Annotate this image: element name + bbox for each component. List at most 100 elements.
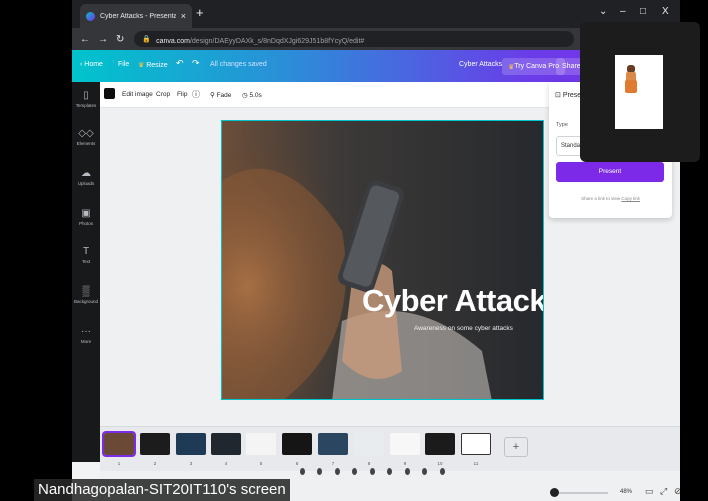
color-swatch[interactable]	[104, 88, 115, 99]
zoom-level[interactable]: 48%	[620, 489, 632, 495]
present-button[interactable]: Present	[556, 162, 664, 182]
slide-subtitle[interactable]: Awareness on some cyber attacks	[414, 325, 513, 332]
webcam-overlay	[580, 22, 700, 162]
slide-thumbnails: 1 2 3 4 5 6 7 8 9 10 11 +	[100, 426, 680, 471]
fade-label: Fade	[216, 92, 232, 99]
thumbnail-1[interactable]	[102, 431, 136, 457]
tool-sidebar: ▯ Templates ◇◇ Elements ☁ Uploads ▣ Phot…	[72, 82, 100, 462]
page-dot[interactable]	[352, 468, 357, 475]
share-link-label: Share a link to view	[581, 196, 621, 201]
check-icon[interactable]: ⊘	[674, 486, 680, 497]
home-label: Home	[84, 61, 103, 68]
present-heading-label: Prese	[562, 92, 582, 99]
zoom-slider-handle[interactable]	[550, 488, 559, 497]
thumbnail-11[interactable]	[461, 433, 491, 455]
present-heading: ⊡ Prese	[555, 91, 581, 99]
edit-image-button[interactable]: Edit image	[122, 91, 153, 98]
thumbnail-number: 3	[189, 461, 193, 466]
share-link-text: Share a link to view Copy link	[549, 196, 672, 201]
sidebar-item-label: Text	[81, 259, 91, 264]
thumbnail-8[interactable]	[354, 433, 384, 455]
thumbnail-4[interactable]	[211, 433, 241, 455]
minimize-button[interactable]: –	[620, 6, 626, 17]
templates-icon: ▯	[83, 90, 89, 101]
document-title[interactable]: Cyber Attacks	[459, 61, 502, 68]
undo-icon[interactable]: ↶	[176, 58, 184, 69]
canva-favicon-icon	[86, 11, 95, 21]
sidebar-item-more[interactable]: ··· More	[72, 326, 100, 344]
page-dot[interactable]	[405, 468, 410, 475]
thumbnail-5[interactable]	[246, 433, 276, 455]
url-field[interactable]: 🔒 canva.com/design/DAEyyDAXk_s/8nDqdXJgi…	[134, 31, 575, 47]
page-dot[interactable]	[422, 468, 427, 475]
slide-canvas[interactable]: Cyber Attacks Awareness on some cyber at…	[221, 120, 544, 400]
sidebar-item-label: Uploads	[77, 181, 95, 186]
present-icon: ⊡	[555, 92, 563, 99]
home-button[interactable]: ‹ Home	[80, 61, 103, 68]
fullscreen-icon[interactable]: ⤢	[660, 486, 667, 497]
flip-button[interactable]: Flip	[177, 91, 187, 98]
close-window-button[interactable]: X	[662, 6, 669, 17]
browser-tab[interactable]: Cyber Attacks - Presentation ×	[80, 4, 192, 28]
page-dot[interactable]	[300, 468, 305, 475]
duration-button[interactable]: ◷ 5.0s	[242, 91, 262, 99]
copy-link[interactable]: Copy link	[621, 196, 640, 201]
tab-search-icon[interactable]: ⌄	[599, 6, 607, 17]
sidebar-item-text[interactable]: T Text	[72, 246, 100, 264]
thumbnail-number: 9	[403, 461, 407, 466]
tab-close-icon[interactable]: ×	[181, 11, 186, 21]
elements-icon: ◇◇	[78, 128, 94, 139]
new-tab-button[interactable]: +	[196, 5, 204, 20]
sidebar-item-label: More	[80, 339, 92, 344]
thumbnail-10[interactable]	[425, 433, 455, 455]
tab-title: Cyber Attacks - Presentation	[100, 12, 176, 20]
sidebar-item-templates[interactable]: ▯ Templates	[72, 90, 100, 108]
page-view-icon[interactable]: ▭	[645, 486, 654, 497]
reload-icon[interactable]: ↻	[116, 34, 124, 45]
page-dot[interactable]	[317, 468, 322, 475]
sidebar-item-background[interactable]: ▒ Background	[72, 286, 100, 304]
slide-title[interactable]: Cyber Attacks	[362, 283, 543, 319]
thumbnail-7[interactable]	[318, 433, 348, 455]
thumbnail-number: 4	[224, 461, 228, 466]
lock-icon: 🔒	[142, 36, 152, 43]
thumbnail-number: 1	[117, 461, 121, 466]
sidebar-item-uploads[interactable]: ☁ Uploads	[72, 168, 100, 186]
back-icon[interactable]: ←	[80, 34, 90, 45]
redo-icon[interactable]: ↷	[192, 58, 200, 69]
page-dot[interactable]	[387, 468, 392, 475]
thumbnail-9[interactable]	[390, 433, 420, 455]
thumbnail-2[interactable]	[140, 433, 170, 455]
thumbnail-number: 7	[331, 461, 335, 466]
resize-label: Resize	[146, 62, 168, 69]
thumbnail-number: 5	[259, 461, 263, 466]
page-dot[interactable]	[440, 468, 445, 475]
page-dot[interactable]	[370, 468, 375, 475]
thumbnail-number: 6	[295, 461, 299, 466]
forward-icon[interactable]: →	[98, 34, 108, 45]
maximize-button[interactable]: □	[640, 6, 646, 17]
screen-share-caption: Nandhagopalan-SIT20IT110's screen	[34, 479, 290, 501]
duration-label: 5.0s	[249, 92, 262, 99]
photos-icon: ▣	[81, 208, 91, 219]
person-icon	[625, 65, 637, 93]
sidebar-item-label: Templates	[75, 103, 97, 108]
thumbnail-3[interactable]	[176, 433, 206, 455]
crop-button[interactable]: Crop	[156, 91, 170, 98]
zoom-slider[interactable]	[552, 492, 608, 494]
save-status: All changes saved	[210, 61, 267, 68]
resize-button[interactable]: ♛ Resize	[138, 61, 168, 69]
sidebar-item-label: Photos	[78, 221, 93, 226]
info-icon[interactable]: ⓘ	[192, 89, 200, 100]
add-slide-button[interactable]: +	[504, 437, 528, 457]
sidebar-item-photos[interactable]: ▣ Photos	[72, 208, 100, 226]
webcam-video	[615, 55, 663, 129]
file-menu[interactable]: File	[118, 61, 129, 68]
thumbnail-number: 11	[473, 461, 479, 466]
crown-icon: ♛	[138, 62, 147, 69]
thumbnail-6[interactable]	[282, 433, 312, 455]
page-dot[interactable]	[335, 468, 340, 475]
sidebar-item-elements[interactable]: ◇◇ Elements	[72, 128, 100, 146]
fade-icon: ⚲	[210, 92, 217, 99]
fade-button[interactable]: ⚲ Fade	[210, 91, 231, 99]
